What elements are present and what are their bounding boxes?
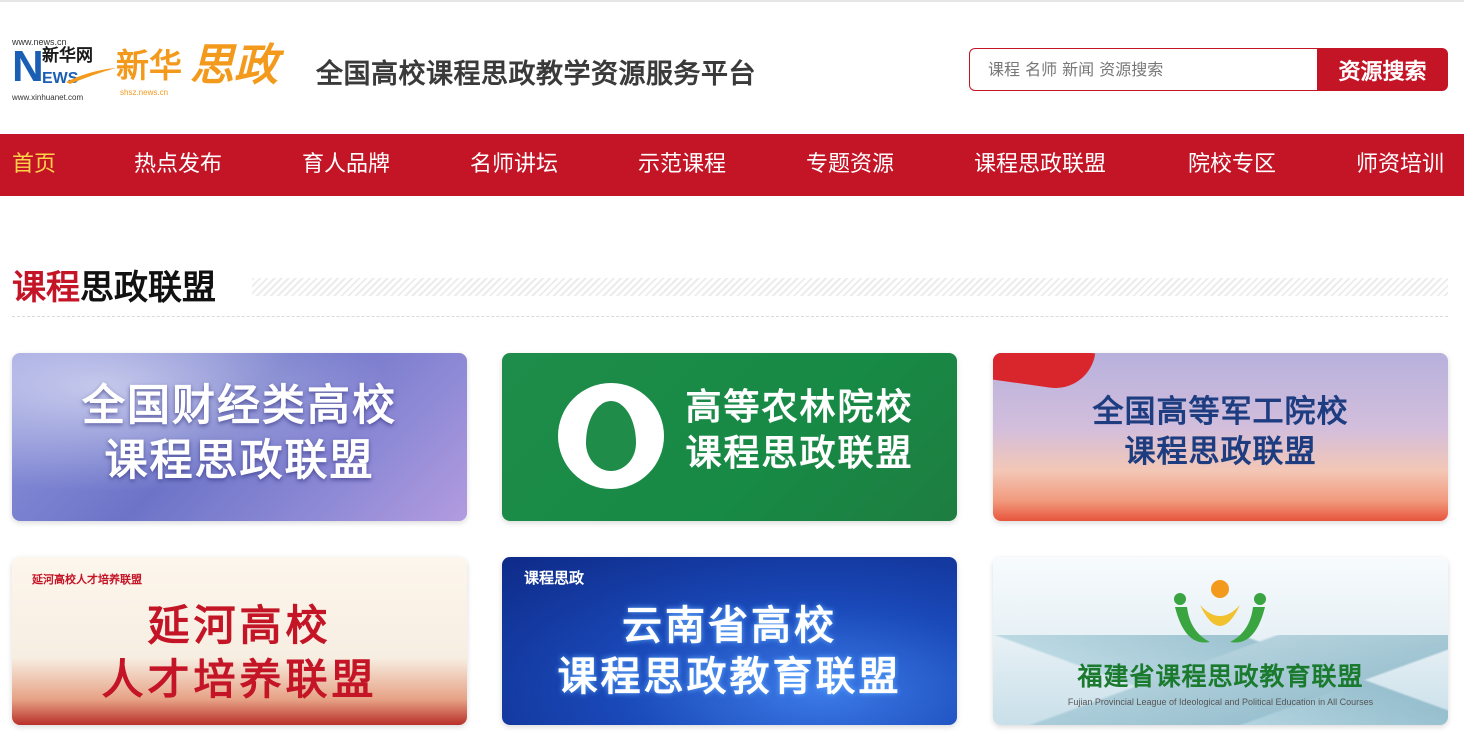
section-title: 课程思政联盟 bbox=[12, 266, 216, 310]
nav-item-hot-news[interactable]: 热点发布 bbox=[134, 134, 222, 196]
site-logo[interactable]: www.news.cn N 新华网 EWS www.xinhuanet.com … bbox=[12, 36, 297, 106]
card-line1: 高等农林院校 bbox=[685, 387, 914, 428]
card-title: 延河高校 人才培养联盟 bbox=[12, 599, 467, 707]
logo-brand-xinhua: 新华 bbox=[116, 46, 182, 85]
fujian-emblem-icon bbox=[1174, 580, 1266, 643]
flag-decoration-icon bbox=[993, 353, 1096, 394]
nav-item-lectures[interactable]: 名师讲坛 bbox=[470, 134, 558, 196]
alliance-card-fujian[interactable]: 福建省课程思政教育联盟 Fujian Provincial League of … bbox=[993, 557, 1448, 725]
card-line1: 延河高校 bbox=[147, 601, 332, 650]
card-line2: 人才培养联盟 bbox=[101, 654, 378, 704]
alliance-card-finance[interactable]: 全国财经类高校 课程思政联盟 bbox=[12, 353, 467, 521]
nav-item-demo-courses[interactable]: 示范课程 bbox=[638, 134, 726, 196]
yanhe-badge: 延河高校人才培养联盟 bbox=[32, 573, 142, 586]
logo-brand-sizheng: 思政 bbox=[190, 40, 278, 91]
card-line1: 全国高等军工院校 bbox=[1092, 394, 1349, 430]
search-button[interactable]: 资源搜索 bbox=[1317, 48, 1448, 91]
nav-item-teacher-training[interactable]: 师资培训 bbox=[1356, 134, 1444, 196]
card-line2: 课程思政联盟 bbox=[1124, 433, 1317, 470]
nav-item-home[interactable]: 首页 bbox=[12, 134, 56, 196]
section-header: 课程思政联盟 bbox=[12, 266, 1448, 318]
card-subtitle: Fujian Provincial League of Ideological … bbox=[1067, 697, 1374, 707]
section-title-black: 思政联盟 bbox=[80, 268, 216, 308]
search-input[interactable] bbox=[969, 48, 1317, 91]
card-title: 全国高等军工院校 课程思政联盟 bbox=[993, 393, 1448, 472]
alliance-card-agri-forestry[interactable]: 高等农林院校 课程思政联盟 bbox=[502, 353, 957, 521]
nav-item-colleges[interactable]: 院校专区 bbox=[1188, 134, 1276, 196]
alliance-card-yanhe[interactable]: 延河高校人才培养联盟 延河高校 人才培养联盟 bbox=[12, 557, 467, 725]
logo-url-bottom: www.xinhuanet.com bbox=[12, 93, 84, 102]
card-line1: 全国财经类高校 bbox=[82, 381, 397, 431]
section-title-red: 课程 bbox=[12, 268, 80, 308]
alliance-card-yunnan[interactable]: 课程思政 云南省高校 课程思政教育联盟 bbox=[502, 557, 957, 725]
card-title: 福建省课程思政教育联盟 bbox=[1077, 662, 1364, 691]
card-title: 云南省高校 课程思政教育联盟 bbox=[502, 601, 957, 703]
logo-n-letter: N bbox=[12, 42, 44, 91]
card-title: 全国财经类高校 课程思政联盟 bbox=[12, 379, 467, 489]
logo-swoosh-icon bbox=[66, 68, 116, 84]
logo-brand-sub: shsz.news.cn bbox=[120, 88, 169, 97]
card-line2: 课程思政联盟 bbox=[685, 433, 914, 475]
nav-item-alliance[interactable]: 课程思政联盟 bbox=[974, 134, 1106, 196]
header: www.news.cn N 新华网 EWS www.xinhuanet.com … bbox=[0, 2, 1464, 134]
main-nav: 首页 热点发布 育人品牌 名师讲坛 示范课程 专题资源 课程思政联盟 院校专区 … bbox=[0, 134, 1464, 196]
card-line2: 课程思政联盟 bbox=[104, 436, 375, 487]
logo-xinhuanet-text: 新华网 bbox=[42, 46, 93, 66]
card-title: 高等农林院校 课程思政联盟 bbox=[642, 385, 957, 477]
card-line1: 云南省高校 bbox=[622, 603, 837, 649]
site-title: 全国高校课程思政教学资源服务平台 bbox=[316, 59, 756, 90]
alliance-card-military[interactable]: 全国高等军工院校 课程思政联盟 bbox=[993, 353, 1448, 521]
nav-item-topic-resources[interactable]: 专题资源 bbox=[806, 134, 894, 196]
section-stripe-decoration bbox=[252, 278, 1448, 296]
nav-item-brand[interactable]: 育人品牌 bbox=[302, 134, 390, 196]
search-bar: 资源搜索 bbox=[969, 48, 1448, 91]
section-divider bbox=[12, 316, 1448, 317]
course-sizheng-badge: 课程思政 bbox=[524, 569, 585, 587]
card-line2: 课程思政教育联盟 bbox=[557, 654, 902, 701]
